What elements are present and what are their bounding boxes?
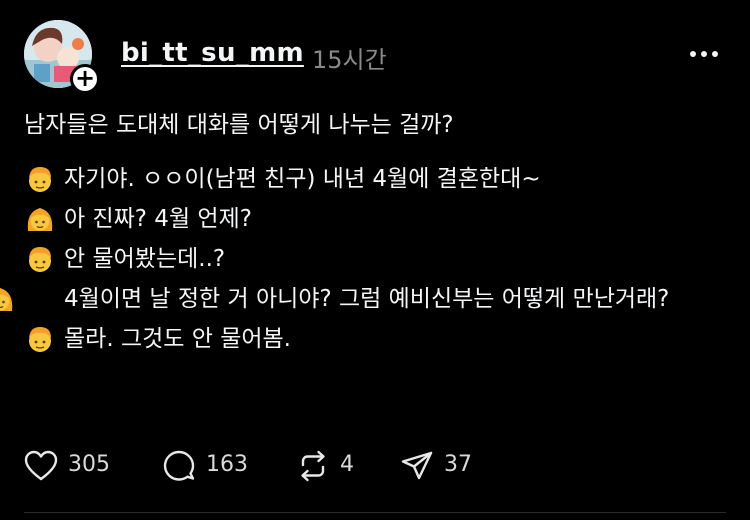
more-icon-dot — [690, 51, 696, 57]
more-options-button[interactable] — [686, 42, 722, 66]
share-count: 37 — [444, 452, 472, 477]
repost-button[interactable]: 4 — [296, 446, 376, 486]
more-icon-dot — [712, 51, 718, 57]
woman-emoji-icon — [24, 204, 56, 234]
post-line-text: 몰라. 그것도 안 물어봄. — [64, 326, 291, 352]
man-emoji-icon — [24, 164, 56, 194]
man-emoji-icon — [24, 244, 56, 274]
reply-button[interactable]: 163 — [162, 446, 262, 486]
repost-count: 4 — [340, 452, 354, 477]
dialogue-line: 몰라. 그것도 안 물어봄. — [24, 324, 736, 354]
dialogue-line: 안 물어봤는데..? — [24, 244, 736, 274]
dialogue-line: 4월이면 날 정한 거 아니야? 그럼 예비신부는 어떻게 만난거래? — [0, 284, 736, 314]
post-line-text: 남자들은 도대체 대화를 어떻게 나누는 걸까? — [24, 112, 454, 138]
like-button[interactable]: 305 — [24, 446, 124, 486]
follow-plus-button[interactable]: + — [70, 64, 100, 94]
dialogue-line: 자기야. ㅇㅇ이(남편 친구) 내년 4월에 결혼한대~ — [24, 164, 736, 194]
post-line-text: 안 물어봤는데..? — [64, 246, 226, 272]
post-body: 남자들은 도대체 대화를 어떻게 나누는 걸까? 자기야. ㅇㅇ이(남편 친구)… — [0, 110, 736, 364]
heart-icon — [24, 450, 58, 481]
comment-bubble-icon — [163, 450, 195, 481]
woman-emoji-icon — [0, 284, 56, 314]
thread-post: + bi_tt_su_mm 15시간 남자들은 도대체 대화를 어떻게 나누는 … — [0, 0, 750, 520]
more-icon-dot — [701, 51, 707, 57]
username-link[interactable]: bi_tt_su_mm — [121, 38, 304, 68]
post-line-text: 4월이면 날 정한 거 아니야? 그럼 예비신부는 어떻게 만난거래? — [64, 286, 670, 312]
avatar-container[interactable]: + — [24, 20, 100, 94]
share-button[interactable]: 37 — [400, 446, 480, 486]
post-line-text: 자기야. ㅇㅇ이(남편 친구) 내년 4월에 결혼한대~ — [64, 166, 541, 192]
man-emoji-icon — [24, 324, 56, 354]
plus-icon: + — [74, 64, 96, 92]
like-count: 305 — [68, 452, 110, 477]
reply-count: 163 — [206, 452, 248, 477]
post-divider — [24, 512, 726, 513]
post-intro-line: 남자들은 도대체 대화를 어떻게 나누는 걸까? — [24, 110, 736, 140]
repost-icon — [301, 450, 325, 482]
post-timestamp[interactable]: 15시간 — [312, 40, 387, 75]
send-icon — [401, 451, 433, 480]
post-line-text: 아 진짜? 4월 언제? — [64, 206, 252, 232]
dialogue-line: 아 진짜? 4월 언제? — [24, 204, 736, 234]
